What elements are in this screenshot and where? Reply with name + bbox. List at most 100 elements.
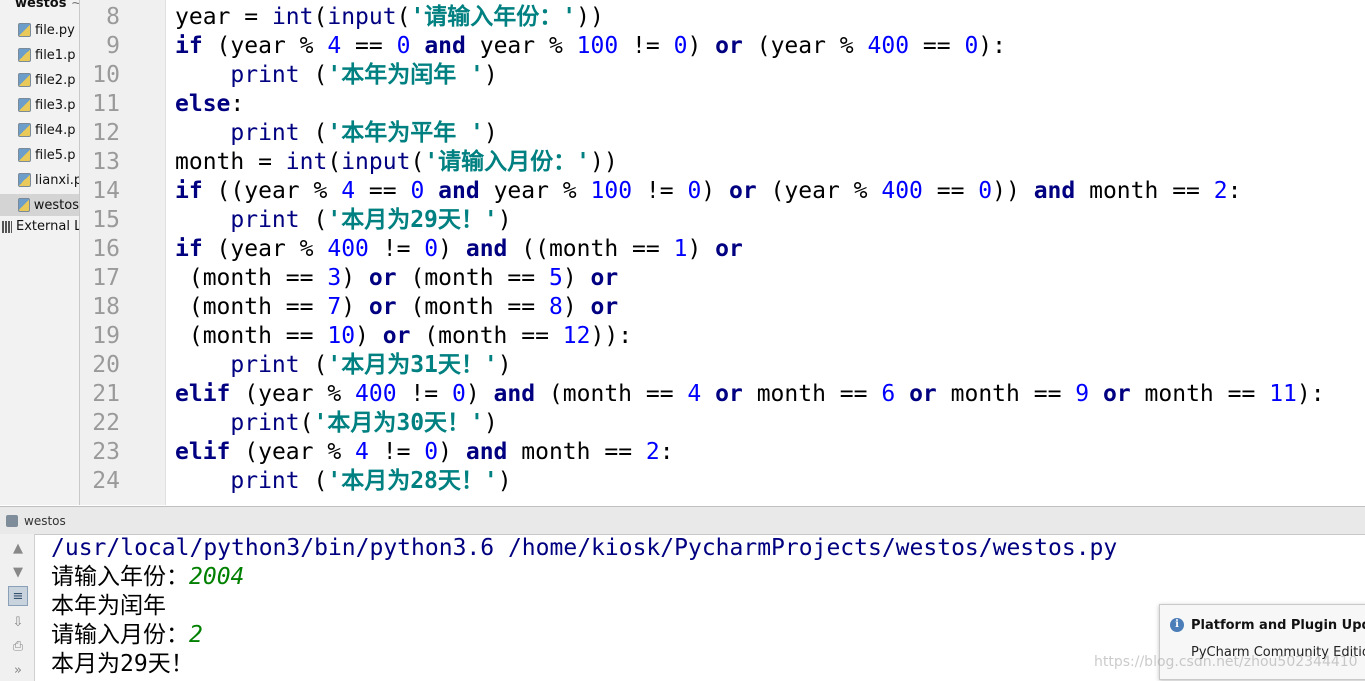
code-token-num: 0 [687,178,702,204]
file-label: file2.p [35,72,76,88]
line-number: 19 [92,323,120,349]
code-token: == [1213,381,1270,407]
code-token: % [313,381,356,407]
line-number: 17 [92,265,120,291]
console-user-input: 2 [189,622,203,648]
file-label: file4.p [35,122,76,138]
code-token: month [548,236,619,262]
code-token: ( [299,62,328,88]
file-item[interactable]: file2.p [18,69,75,91]
file-item[interactable]: file5.p [18,144,75,166]
soft-wrap-icon[interactable]: ≡ [8,586,28,606]
code-token-str: '请输入年份：' [410,4,577,30]
code-token: year [258,439,314,465]
code-token-str: '本年为平年 ' [327,120,484,146]
file-label: file5.p [35,147,76,163]
code-token-str: '本月为31天！' [327,352,498,378]
notification-title[interactable]: Platform and Plugin Upda [1191,618,1365,633]
code-token: ( [410,323,439,349]
code-token: ( [230,439,259,465]
code-token-kw: elif [175,381,231,407]
watermark: https://blog.csdn.net/zhou502344410 [1094,654,1358,670]
file-item[interactable]: file1.p [18,44,75,66]
code-token: ): [978,33,1006,59]
code-token-num: 100 [576,33,619,59]
console-output: 本年为闰年 [51,593,166,619]
code-token: != [368,439,425,465]
code-token-bi: input [327,4,397,30]
line-number: 13 [92,149,120,175]
code-token: year [479,33,536,59]
code-token-num: 0 [978,178,993,204]
more-icon[interactable]: » [8,660,28,680]
code-token-kw: or [590,294,619,320]
code-token: month [562,381,633,407]
line-number: 21 [92,381,120,407]
code-token: != [368,236,425,262]
line-number: 22 [92,410,120,436]
external-libraries[interactable]: External L [2,219,79,234]
line-number: 10 [92,62,120,88]
python-file-icon [18,73,31,87]
code-token: month [1144,381,1214,407]
line-number: 14 [92,178,120,204]
code-line: (month == 7) or (month == 8) or [175,293,618,322]
code-token: month [756,381,826,407]
file-item[interactable]: file.py [18,19,75,41]
file-item-selected[interactable]: westos [0,194,79,216]
code-token-kw: or [590,265,619,291]
up-arrow-icon[interactable]: ▲ [8,538,28,558]
code-token: ) [687,33,716,59]
code-token: % [839,178,882,204]
code-token: : [230,91,245,117]
code-line: print ('本月为31天！') [175,351,511,380]
code-token: ): [1296,381,1325,407]
console-output: 本月为29天！ [51,651,194,677]
code-token-kw: and [465,236,508,262]
code-token: == [1019,381,1076,407]
code-token: ( [396,4,411,30]
code-editor[interactable]: year = int(input('请输入年份：')) if (year % 4… [166,0,1365,505]
down-arrow-icon[interactable]: ▼ [8,562,28,582]
console-line: 请输入月份：2 [51,621,203,650]
python-file-icon [18,48,31,62]
print-icon[interactable]: ⎙ [8,636,28,656]
code-token-str: '本月为29天！' [327,207,498,233]
code-token-str: '本月为28天！' [327,468,498,494]
project-panel: westos ~ file.py file1.p file2.p file3.p… [0,0,80,505]
code-token: == [825,381,882,407]
code-token: )) [992,178,1034,204]
code-token-num: 4 [341,178,356,204]
file-item[interactable]: file4.p [18,119,75,141]
file-label: lianxi.p [35,172,80,188]
code-line: print ('本年为闰年 ') [175,61,497,90]
file-item[interactable]: lianxi.p [18,169,80,191]
code-token: ( [299,207,328,233]
code-token: month [438,323,508,349]
code-token: ) [341,265,369,291]
file-item[interactable]: file3.p [18,94,75,116]
code-line: month = int(input('请输入月份：')) [175,148,618,177]
project-root[interactable]: westos ~ [15,0,79,11]
code-token-kw: or [368,265,397,291]
code-token: ) [465,381,494,407]
code-token: == [1158,178,1214,204]
code-token-kw: or [715,381,743,407]
code-token: ) [701,178,729,204]
code-token-num: 400 [355,381,397,407]
file-label: file.py [35,22,75,38]
code-token-str: '本月为30天！' [313,410,484,436]
code-line: elif (year % 4 != 0) and month == 2: [175,438,674,467]
code-token: == [909,33,965,59]
run-tool-window-header[interactable]: westos [0,506,1365,535]
code-token-bi: print [230,468,300,494]
code-token: ) [562,294,591,320]
code-token: year [175,4,231,30]
scroll-to-end-icon[interactable]: ⇩ [8,612,28,632]
